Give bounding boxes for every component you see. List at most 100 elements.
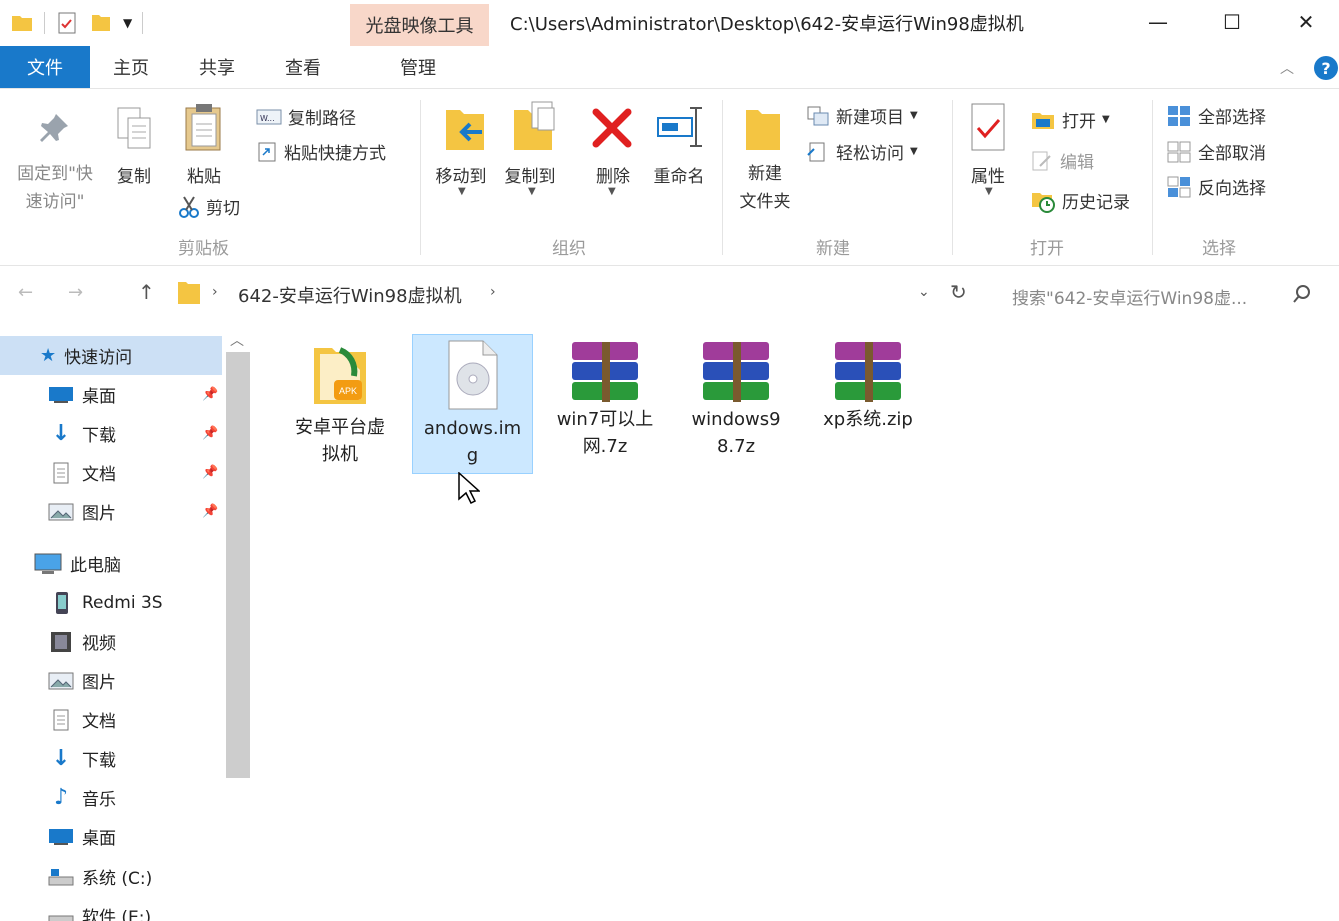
paste-icon xyxy=(185,104,221,151)
file-item[interactable]: win7可以上 网.7z xyxy=(545,334,665,474)
ribbon-separator xyxy=(420,100,421,255)
address-path[interactable]: 642-安卓运行Win98虚拟机 xyxy=(238,282,462,308)
file-explorer-window: ▼ 光盘映像工具 C:\Users\Administrator\Desktop\… xyxy=(0,0,1339,921)
maximize-button[interactable]: ☐ xyxy=(1202,6,1262,38)
breadcrumb-chevron-icon[interactable]: › xyxy=(490,284,496,300)
nav-label: 下载 xyxy=(82,751,116,771)
properties-button[interactable]: 属性 xyxy=(960,162,1016,187)
move-to-icon xyxy=(446,110,484,150)
paste-button[interactable]: 粘贴 xyxy=(176,162,232,187)
paste-shortcut-button[interactable]: 粘贴快捷方式 xyxy=(256,139,386,164)
svg-text:APK: APK xyxy=(339,386,357,396)
back-icon[interactable]: ← xyxy=(18,282,33,303)
cut-button[interactable]: 剪切 xyxy=(178,194,240,219)
nav-item-desktop[interactable]: 桌面 📌 xyxy=(0,375,222,414)
nav-item-redmi[interactable]: Redmi 3S xyxy=(0,583,222,622)
minimize-button[interactable]: — xyxy=(1128,6,1188,38)
group-label-clipboard: 剪贴板 xyxy=(178,239,229,259)
group-label-open: 打开 xyxy=(1030,239,1064,259)
open-button[interactable]: 打开 ▼ xyxy=(1030,107,1110,132)
move-to-button[interactable]: 移动到 xyxy=(428,162,494,187)
invert-selection-icon xyxy=(1167,176,1191,197)
nav-item-pictures-pc[interactable]: 图片 xyxy=(0,661,222,700)
pin-icon[interactable]: 📌 xyxy=(202,504,218,519)
copy-button[interactable]: 复制 xyxy=(106,162,162,187)
rename-button[interactable]: 重命名 xyxy=(646,162,712,187)
scroll-up-icon[interactable]: ︿ xyxy=(230,330,244,350)
select-all-label: 全部选择 xyxy=(1198,108,1266,128)
delete-dropdown-icon[interactable]: ▼ xyxy=(608,186,616,197)
file-item[interactable]: xp系统.zip xyxy=(808,334,928,474)
select-none-icon xyxy=(1167,141,1191,162)
nav-item-downloads[interactable]: ↓ 下载 📌 xyxy=(0,414,222,453)
edit-label: 编辑 xyxy=(1060,153,1094,173)
tab-manage[interactable]: 管理 xyxy=(383,46,453,88)
nav-item-drive-e[interactable]: 软件 (E:) xyxy=(0,896,222,921)
new-item-button[interactable]: 新建项目 ▼ xyxy=(806,103,918,128)
tab-share[interactable]: 共享 xyxy=(182,46,252,88)
pin-to-quick-access-button[interactable]: 固定到"快 速访问" xyxy=(8,160,102,216)
address-history-dropdown-icon[interactable]: ⌄ xyxy=(918,284,930,300)
search-icon[interactable] xyxy=(1292,284,1312,304)
breadcrumb-separator-icon[interactable]: › xyxy=(212,284,218,300)
desktop-icon xyxy=(49,386,73,403)
move-to-dropdown-icon[interactable]: ▼ xyxy=(458,186,466,197)
pin-icon[interactable]: 📌 xyxy=(202,387,218,402)
forward-icon[interactable]: → xyxy=(68,282,83,303)
new-folder-icon[interactable] xyxy=(89,11,113,35)
download-arrow-icon: ↓ xyxy=(51,746,71,771)
help-icon[interactable]: ? xyxy=(1314,56,1338,80)
nav-this-pc[interactable]: 此电脑 xyxy=(0,544,222,583)
history-button[interactable]: 历史记录 xyxy=(1030,188,1130,213)
nav-label: 下载 xyxy=(82,426,116,446)
nav-quick-access[interactable]: ★ 快速访问 xyxy=(0,336,222,375)
new-folder-button[interactable]: 新建 文件夹 xyxy=(730,160,800,216)
pin-icon[interactable]: 📌 xyxy=(202,426,218,441)
delete-button[interactable]: 删除 xyxy=(580,162,646,187)
invert-selection-button[interactable]: 反向选择 xyxy=(1166,174,1266,199)
nav-item-drive-c[interactable]: 系统 (C:) xyxy=(0,857,222,896)
file-name: 安卓平台虚 拟机 xyxy=(295,417,385,465)
nav-item-music[interactable]: ♪ 音乐 xyxy=(0,778,222,817)
tab-home[interactable]: 主页 xyxy=(96,46,166,88)
rename-icon xyxy=(657,107,702,147)
nav-item-documents-pc[interactable]: 文档 xyxy=(0,700,222,739)
copy-path-button[interactable]: W... 复制路径 xyxy=(256,104,356,129)
select-none-button[interactable]: 全部取消 xyxy=(1166,139,1266,164)
nav-item-downloads-pc[interactable]: ↓ 下载 xyxy=(0,739,222,778)
qat-dropdown-icon[interactable]: ▼ xyxy=(123,16,132,30)
select-all-button[interactable]: 全部选择 xyxy=(1166,103,1266,128)
nav-item-documents[interactable]: 文档 📌 xyxy=(0,453,222,492)
file-item[interactable]: windows9 8.7z xyxy=(676,334,796,474)
close-button[interactable]: ✕ xyxy=(1276,6,1336,38)
pin-icon[interactable]: 📌 xyxy=(202,465,218,480)
tab-view[interactable]: 查看 xyxy=(268,46,338,88)
edit-button[interactable]: 编辑 xyxy=(1030,148,1094,173)
document-icon xyxy=(53,709,69,730)
search-input[interactable]: 搜索"642-安卓运行Win98虚... xyxy=(1012,284,1247,309)
nav-item-pictures[interactable]: 图片 📌 xyxy=(0,492,222,531)
context-tab-disc-image-tools[interactable]: 光盘映像工具 xyxy=(350,4,489,46)
file-item[interactable]: APK 安卓平台虚 拟机 xyxy=(280,334,400,474)
properties-icon[interactable] xyxy=(55,11,79,35)
computer-icon xyxy=(34,553,62,574)
properties-dropdown-icon[interactable]: ▼ xyxy=(985,186,993,197)
copy-to-button[interactable]: 复制到 xyxy=(497,162,563,187)
nav-label: 视频 xyxy=(82,634,116,654)
refresh-icon[interactable]: ↻ xyxy=(950,280,967,304)
copy-path-label: 复制路径 xyxy=(288,109,356,129)
nav-scrollbar[interactable] xyxy=(226,352,250,778)
desktop-icon xyxy=(49,828,73,845)
collapse-ribbon-icon[interactable]: ︿ xyxy=(1280,58,1294,78)
file-item-selected[interactable]: andows.im g xyxy=(412,334,533,474)
folder-icon[interactable] xyxy=(10,11,34,35)
invert-selection-label: 反向选择 xyxy=(1198,179,1266,199)
copy-to-icon xyxy=(514,101,555,150)
easy-access-button[interactable]: 轻松访问 ▼ xyxy=(806,139,918,164)
cut-label: 剪切 xyxy=(206,199,240,219)
nav-item-videos[interactable]: 视频 xyxy=(0,622,222,661)
nav-item-desktop-pc[interactable]: 桌面 xyxy=(0,817,222,856)
up-icon[interactable]: ↑ xyxy=(138,280,155,304)
copy-to-dropdown-icon[interactable]: ▼ xyxy=(528,186,536,197)
tab-file[interactable]: 文件 xyxy=(0,46,90,88)
